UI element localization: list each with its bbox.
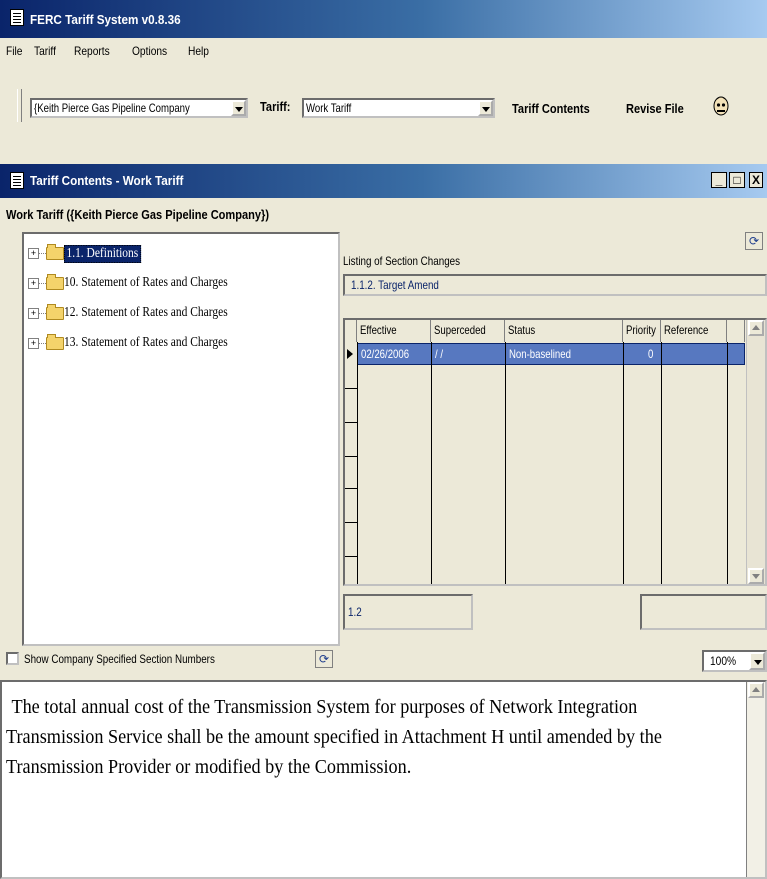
cell-priority: 0 [648, 347, 654, 361]
changes-grid[interactable]: Effective Superceded Status Priority Ref… [343, 318, 767, 586]
document-icon [10, 9, 24, 26]
zoom-select[interactable]: 100% [702, 650, 767, 672]
folder-icon [46, 244, 64, 260]
row-header-corner [345, 320, 357, 342]
section-text-pane[interactable]: The total annual cost of the Transmissio… [0, 680, 767, 879]
section-text: The total annual cost of the Transmissio… [6, 696, 662, 778]
tariff-label: Tariff: [260, 99, 291, 114]
status-section-number: 1.2 [343, 594, 473, 630]
company-select-value: {Keith Pierce Gas Pipeline Company [34, 101, 190, 115]
toolbar: {Keith Pierce Gas Pipeline Company Tarif… [0, 84, 767, 128]
cell-status: Non-baselined [509, 347, 571, 361]
folder-icon [46, 304, 64, 320]
menu-file[interactable]: File [6, 44, 22, 58]
column-header[interactable]: Superceded [431, 320, 505, 342]
menu-bar: File Tariff Reports Options Help [0, 40, 767, 62]
child-window-title: Tariff Contents - Work Tariff [30, 173, 184, 188]
tree-node-label: 1.1. Definitions [64, 245, 141, 263]
app-title: FERC Tariff System v0.8.36 [30, 12, 181, 27]
column-header[interactable]: Reference [661, 320, 727, 342]
menu-help[interactable]: Help [188, 44, 209, 58]
current-row-indicator-icon [347, 349, 353, 359]
scroll-down-icon[interactable] [748, 568, 764, 584]
refresh-icon[interactable]: ⟳ [745, 232, 763, 250]
section-tree[interactable]: + 1.1. Definitions + 10. Statement of Ra… [22, 232, 340, 646]
scroll-up-icon[interactable] [748, 320, 764, 336]
listing-label: Listing of Section Changes [343, 254, 461, 268]
tariff-select-value: Work Tariff [306, 101, 352, 115]
status-right-panel [640, 594, 767, 630]
grid-scrollbar[interactable] [746, 320, 765, 584]
text-scrollbar[interactable] [746, 682, 765, 877]
cell-superceded: / / [435, 347, 444, 361]
minimize-icon[interactable]: _ [711, 172, 727, 188]
tariff-subtitle: Work Tariff ({Keith Pierce Gas Pipeline … [6, 207, 270, 222]
column-header[interactable]: Status [505, 320, 623, 342]
show-company-numbers-label: Show Company Specified Section Numbers [24, 652, 215, 666]
company-select[interactable]: {Keith Pierce Gas Pipeline Company [30, 98, 248, 118]
chevron-down-icon[interactable] [749, 652, 765, 670]
scroll-up-icon[interactable] [748, 682, 764, 698]
assistant-face-icon[interactable] [711, 94, 731, 118]
tree-node-label: 12. Statement of Rates and Charges [64, 305, 228, 320]
revise-file-button[interactable]: Revise File [626, 101, 684, 116]
app-title-bar: FERC Tariff System v0.8.36 [0, 0, 767, 38]
folder-icon [46, 334, 64, 350]
cell-effective: 02/26/2006 [361, 347, 410, 361]
chevron-down-icon[interactable] [231, 100, 246, 116]
document-icon [10, 172, 24, 189]
section-name: 1.1.2. Target Amend [351, 278, 439, 292]
column-header[interactable]: Priority [623, 320, 661, 342]
menu-reports[interactable]: Reports [74, 44, 110, 58]
child-window-title-bar: Tariff Contents - Work Tariff _ □ X [0, 164, 767, 198]
column-header[interactable]: Effective [357, 320, 431, 342]
tariff-select[interactable]: Work Tariff [302, 98, 495, 118]
chevron-down-icon[interactable] [478, 100, 493, 116]
column-header-blank [727, 320, 745, 342]
folder-icon [46, 274, 64, 290]
menu-tariff[interactable]: Tariff [34, 44, 56, 58]
tariff-contents-button[interactable]: Tariff Contents [512, 101, 590, 116]
toolbar-grip[interactable] [17, 89, 22, 122]
menu-options[interactable]: Options [132, 44, 167, 58]
cell-reference [662, 344, 665, 364]
section-name-bar: 1.1.2. Target Amend [343, 274, 767, 296]
zoom-value: 100% [710, 654, 737, 668]
tree-node-label: 13. Statement of Rates and Charges [64, 335, 228, 350]
table-row[interactable]: 02/26/2006 / / Non-baselined 0 [357, 343, 745, 365]
close-icon[interactable]: X [749, 172, 763, 188]
refresh-tree-icon[interactable]: ⟳ [315, 650, 333, 668]
tree-node-label: 10. Statement of Rates and Charges [64, 275, 228, 290]
show-company-numbers-checkbox[interactable] [6, 652, 19, 665]
maximize-icon[interactable]: □ [729, 172, 745, 188]
